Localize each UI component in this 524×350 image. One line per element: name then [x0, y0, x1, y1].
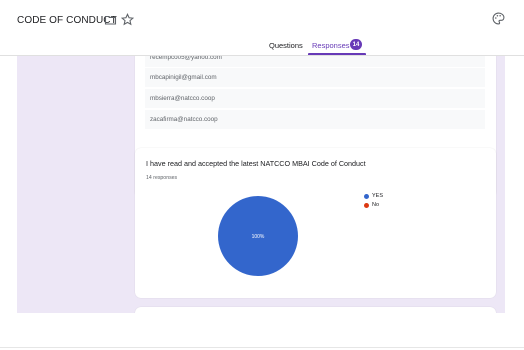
folder-icon[interactable] — [104, 14, 117, 26]
list-item: mbcapinigil@gmail.com — [145, 68, 485, 87]
legend-swatch-no — [364, 202, 369, 208]
responses-panel[interactable]: recempco05@yahoo.com mbcapinigil@gmail.c… — [17, 56, 505, 313]
legend-item-yes: YES — [364, 193, 383, 199]
list-item: mbsierra@natcco.coop — [145, 89, 485, 108]
star-icon[interactable] — [121, 13, 134, 26]
bottom-divider — [0, 347, 524, 348]
legend-swatch-yes — [364, 193, 369, 199]
form-title[interactable]: CODE OF CONDUCT — [17, 15, 117, 26]
list-item: zacafirma@natcco.coop — [145, 110, 485, 129]
responses-count-badge: 14 — [350, 39, 362, 50]
pie-chart: 100% — [218, 196, 298, 276]
list-item: recempco05@yahoo.com — [145, 56, 485, 67]
tab-questions[interactable]: Questions — [269, 41, 303, 50]
question-title: I have read and accepted the latest NATC… — [146, 159, 366, 168]
legend-item-no: No — [364, 202, 379, 208]
legend-label-no: No — [372, 202, 380, 208]
pie-data-label: 100% — [252, 234, 265, 240]
legend-label-yes: YES — [372, 193, 384, 199]
response-count: 14 responses — [146, 175, 178, 181]
top-bar: CODE OF CONDUCT Questions Responses 14 — [0, 0, 524, 55]
summary-card: I have read and accepted the latest NATC… — [135, 148, 496, 298]
tab-responses[interactable]: Responses — [312, 41, 350, 50]
next-question-card — [135, 307, 496, 313]
palette-icon[interactable] — [492, 12, 505, 25]
